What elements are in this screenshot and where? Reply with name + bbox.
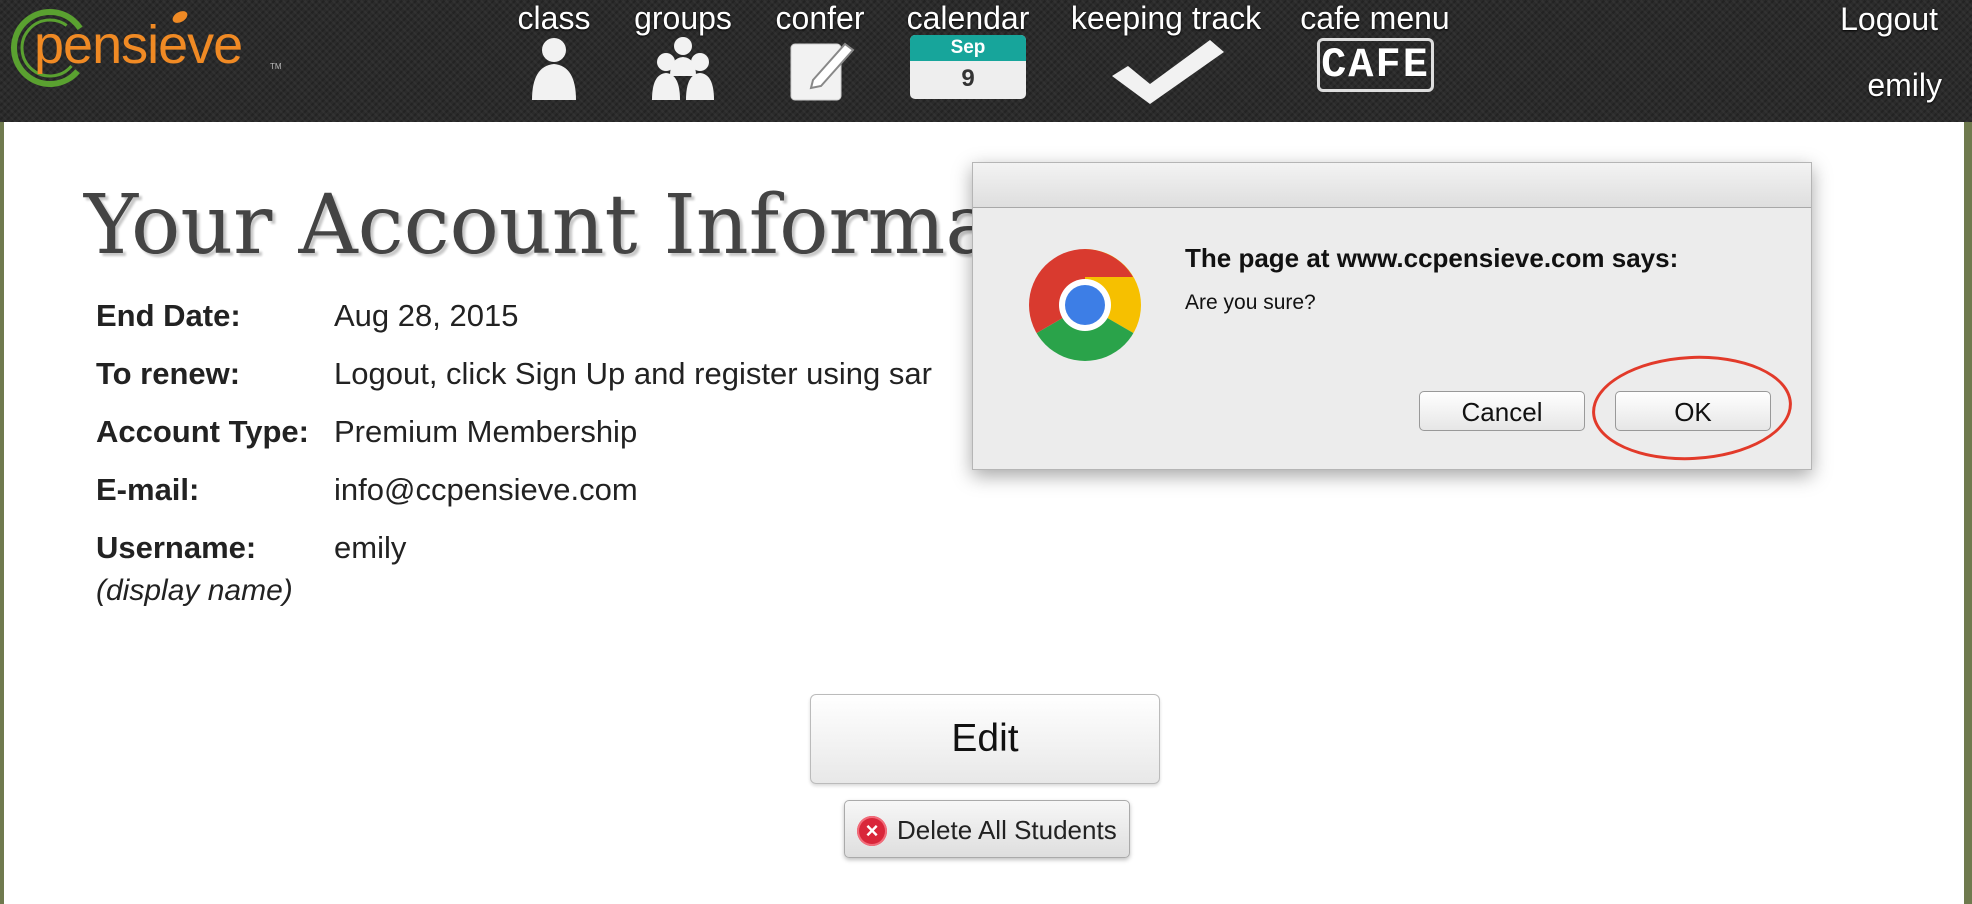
nav-cafe-menu-label: cafe menu bbox=[1300, 0, 1450, 36]
nav-groups-label: groups bbox=[634, 0, 732, 36]
cafe-icon[interactable]: CAFE bbox=[1317, 38, 1434, 92]
field-value: Aug 28, 2015 bbox=[334, 298, 519, 333]
trademark-mark: TM bbox=[270, 62, 282, 71]
field-value: emily bbox=[334, 530, 407, 565]
current-user-name[interactable]: emily bbox=[1867, 66, 1942, 104]
field-label: End Date: bbox=[96, 298, 241, 333]
confirm-dialog: The page at www.ccpensieve.com says: Are… bbox=[972, 162, 1812, 470]
field-value: info@ccpensieve.com bbox=[334, 472, 638, 507]
pencil-note-icon bbox=[790, 42, 855, 101]
cancel-button[interactable]: Cancel bbox=[1419, 391, 1585, 431]
nav-groups[interactable]: groups bbox=[628, 0, 738, 102]
display-name-note: (display name) bbox=[96, 574, 293, 607]
field-label: Username: bbox=[96, 530, 257, 565]
checkmark-icon bbox=[1112, 40, 1224, 104]
edit-button[interactable]: Edit bbox=[810, 694, 1160, 784]
delete-x-icon: × bbox=[857, 816, 887, 846]
person-icon bbox=[532, 38, 576, 100]
dialog-heading: The page at www.ccpensieve.com says: bbox=[1185, 243, 1679, 273]
dialog-message: Are you sure? bbox=[1185, 291, 1316, 314]
nav-class[interactable]: class bbox=[512, 0, 596, 102]
logout-link[interactable]: Logout bbox=[1840, 0, 1938, 38]
nav-calendar-label: calendar bbox=[906, 0, 1030, 36]
calendar-icon[interactable]: Sep 9 bbox=[910, 35, 1026, 99]
field-label: Account Type: bbox=[96, 414, 309, 449]
group-icon bbox=[652, 37, 714, 100]
field-label: To renew: bbox=[96, 356, 241, 391]
pensieve-logo[interactable]: pensieve TM bbox=[8, 2, 282, 92]
nav-class-label: class bbox=[517, 0, 591, 36]
delete-all-students-button[interactable]: × Delete All Students bbox=[844, 800, 1130, 858]
nav-keeping-track[interactable]: keeping track bbox=[1070, 0, 1262, 106]
page-title: Your Account Informat bbox=[84, 178, 1028, 273]
calendar-day: 9 bbox=[961, 65, 975, 92]
field-label: E-mail: bbox=[96, 472, 200, 507]
leaf-icon bbox=[172, 11, 188, 23]
nav-keeping-track-label: keeping track bbox=[1070, 0, 1262, 36]
field-value: Premium Membership bbox=[334, 414, 638, 449]
dialog-titlebar[interactable] bbox=[973, 163, 1811, 208]
nav-confer[interactable]: confer bbox=[770, 0, 870, 104]
nav-calendar[interactable]: calendar bbox=[900, 0, 1036, 36]
field-value: Logout, click Sign Up and register using… bbox=[334, 356, 932, 391]
delete-all-students-label: Delete All Students bbox=[897, 815, 1117, 845]
nav-cafe-menu[interactable]: cafe menu bbox=[1298, 0, 1452, 36]
chrome-logo-icon bbox=[1029, 249, 1141, 361]
calendar-month: Sep bbox=[910, 35, 1026, 61]
top-nav-bar: pensieve TM class groups confer calendar… bbox=[0, 0, 1972, 122]
logo-wordmark: pensieve bbox=[34, 15, 243, 75]
ok-button[interactable]: OK bbox=[1615, 391, 1771, 431]
nav-confer-label: confer bbox=[775, 0, 865, 36]
